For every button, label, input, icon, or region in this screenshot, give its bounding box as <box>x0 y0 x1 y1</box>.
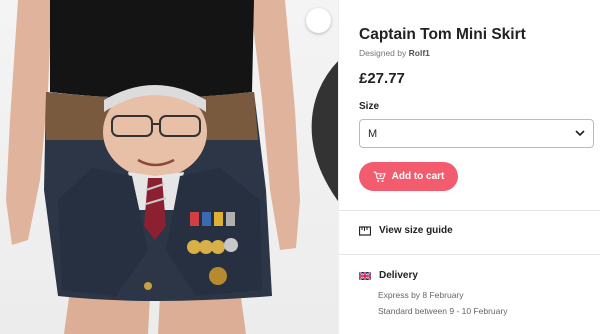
delivery-standard: Standard between 9 - 10 February <box>378 306 508 316</box>
delivery-heading-label: Delivery <box>379 270 418 281</box>
designer-name-link[interactable]: Rolf1 <box>409 48 430 58</box>
jacket-button <box>144 282 152 290</box>
wishlist-button[interactable] <box>306 8 338 201</box>
add-to-cart-label: Add to cart <box>391 171 445 182</box>
delivery-heading: Delivery <box>359 270 418 281</box>
size-guide-label: View size guide <box>379 225 453 236</box>
regimental-badge <box>209 267 227 285</box>
medal <box>224 238 238 252</box>
chevron-down-icon <box>575 130 585 137</box>
delivery-express: Express by 8 February <box>378 290 464 300</box>
cart-icon <box>373 171 386 182</box>
product-details-panel: Captain Tom Mini Skirt Designed by Rolf1… <box>338 0 600 334</box>
product-price: £27.77 <box>359 70 405 87</box>
uk-flag-icon <box>359 271 371 280</box>
divider <box>339 210 600 211</box>
medal-ribbon <box>190 212 199 226</box>
medal <box>199 240 213 254</box>
medal-ribbon <box>202 212 211 226</box>
left-arm <box>6 0 52 245</box>
designer-credit: Designed by Rolf1 <box>359 48 430 58</box>
size-select[interactable]: M <box>359 119 594 148</box>
medal <box>187 240 201 254</box>
medal-ribbon <box>226 212 235 226</box>
product-photo <box>6 0 300 334</box>
divider <box>339 254 600 255</box>
designer-prefix: Designed by <box>359 48 409 58</box>
size-label: Size <box>359 101 380 112</box>
ruler-icon <box>359 225 371 236</box>
size-selected-value: M <box>368 127 378 140</box>
heart-icon <box>311 61 338 201</box>
size-guide-link[interactable]: View size guide <box>359 225 453 236</box>
black-top <box>50 0 254 98</box>
product-title: Captain Tom Mini Skirt <box>359 26 526 43</box>
product-image <box>0 0 338 334</box>
add-to-cart-button[interactable]: Add to cart <box>359 162 458 191</box>
medal-ribbon <box>214 212 223 226</box>
medal <box>211 240 225 254</box>
